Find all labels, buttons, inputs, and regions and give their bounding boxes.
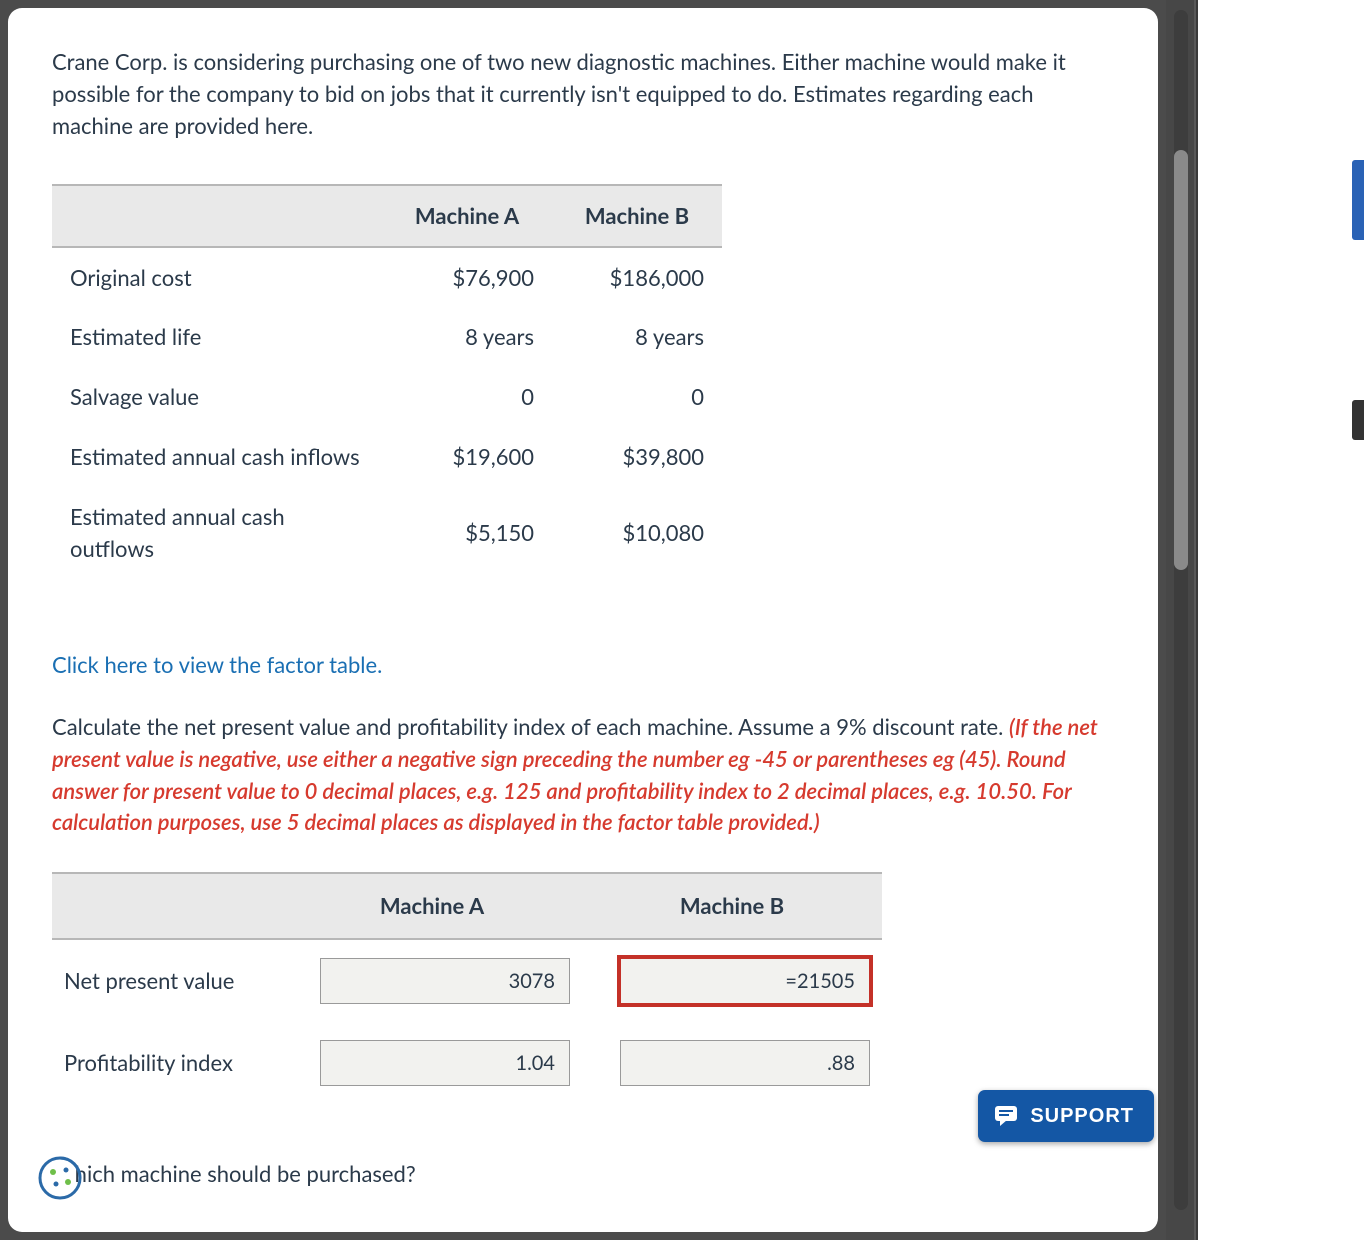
question-instructions: Calculate the net present value and prof… <box>52 711 1114 839</box>
cell-b: $10,080 <box>552 487 722 579</box>
cell-b: $186,000 <box>552 247 722 308</box>
side-tab-indicator[interactable] <box>1352 400 1364 440</box>
row-label: Estimated life <box>52 307 382 367</box>
cell-a: $19,600 <box>382 427 552 487</box>
final-question: Which machine should be purchased? <box>52 1158 1114 1190</box>
col-header-blank <box>52 185 382 247</box>
scrollbar-thumb[interactable] <box>1174 150 1188 570</box>
row-label: Salvage value <box>52 367 382 427</box>
cell-a: $5,150 <box>382 487 552 579</box>
row-label: Estimated annual cash inflows <box>52 427 382 487</box>
support-label: SUPPORT <box>1030 1105 1134 1128</box>
row-label: Estimated annual cash outflows <box>52 487 382 579</box>
cell-b: 8 years <box>552 307 722 367</box>
table-row: Estimated annual cash inflows $19,600 $3… <box>52 427 722 487</box>
question-card: Crane Corp. is considering purchasing on… <box>8 8 1158 1232</box>
support-button[interactable]: SUPPORT <box>978 1090 1154 1142</box>
answer-row: Profitability index <box>52 1022 882 1104</box>
table-row: Original cost $76,900 $186,000 <box>52 247 722 308</box>
chat-icon <box>994 1105 1018 1127</box>
row-label: Original cost <box>52 247 382 308</box>
answer-row-label: Net present value <box>52 939 282 1022</box>
answer-row: Net present value <box>52 939 882 1022</box>
answer-table: Machine A Machine B Net present value Pr… <box>52 872 882 1104</box>
pi-machine-a-input[interactable] <box>320 1040 570 1086</box>
answer-row-label: Profitability index <box>52 1022 282 1104</box>
cell-b: $39,800 <box>552 427 722 487</box>
ans-header-machine-a: Machine A <box>282 873 582 939</box>
table-row: Estimated life 8 years 8 years <box>52 307 722 367</box>
col-header-machine-a: Machine A <box>382 185 552 247</box>
adjacent-panel <box>1196 0 1364 1240</box>
cookie-settings-icon[interactable] <box>36 1154 84 1202</box>
npv-machine-a-input[interactable] <box>320 958 570 1004</box>
question-lead: Calculate the net present value and prof… <box>52 713 1009 740</box>
pi-machine-b-input[interactable] <box>620 1040 870 1086</box>
npv-machine-b-input[interactable] <box>620 958 870 1004</box>
estimates-table: Machine A Machine B Original cost $76,90… <box>52 184 722 579</box>
cell-b: 0 <box>552 367 722 427</box>
cell-a: 8 years <box>382 307 552 367</box>
factor-table-link[interactable]: Click here to view the factor table. <box>52 649 382 681</box>
ans-header-machine-b: Machine B <box>582 873 882 939</box>
intro-text: Crane Corp. is considering purchasing on… <box>52 46 1114 142</box>
table-row: Salvage value 0 0 <box>52 367 722 427</box>
side-tab-indicator[interactable] <box>1352 160 1364 240</box>
ans-header-blank <box>52 873 282 939</box>
col-header-machine-b: Machine B <box>552 185 722 247</box>
cell-a: 0 <box>382 367 552 427</box>
cell-a: $76,900 <box>382 247 552 308</box>
table-row: Estimated annual cash outflows $5,150 $1… <box>52 487 722 579</box>
